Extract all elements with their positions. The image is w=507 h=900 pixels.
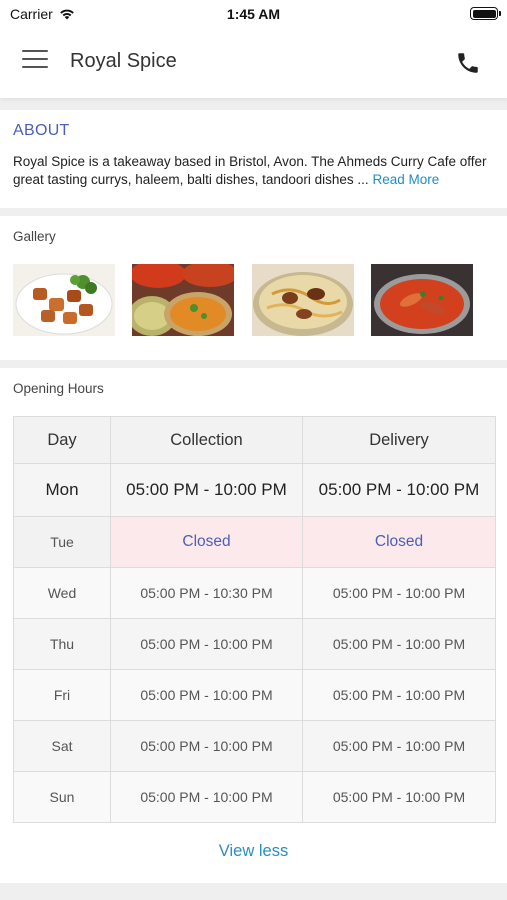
day-cell: Thu — [13, 618, 111, 670]
table-header-row: Day Collection Delivery — [13, 416, 496, 464]
column-header-collection: Collection — [110, 416, 303, 464]
phone-icon[interactable] — [455, 50, 481, 76]
battery-icon — [470, 7, 501, 20]
collection-hours-cell: 05:00 PM - 10:00 PM — [110, 720, 303, 772]
day-cell: Fri — [13, 669, 111, 721]
opening-hours-section: Opening Hours Day Collection Delivery Mo… — [0, 368, 507, 883]
status-bar: Carrier 1:45 AM — [0, 0, 507, 28]
page-title: Royal Spice — [70, 50, 177, 72]
gallery-image-chicken-curry[interactable] — [371, 264, 473, 336]
delivery-hours-cell: 05:00 PM - 10:00 PM — [302, 771, 496, 823]
table-row: Wed 05:00 PM - 10:30 PM 05:00 PM - 10:00… — [13, 567, 496, 619]
collection-hours-cell: 05:00 PM - 10:30 PM — [110, 567, 303, 619]
delivery-hours-cell: Closed — [302, 516, 496, 568]
about-section: ABOUT Royal Spice is a takeaway based in… — [0, 110, 507, 208]
hamburger-menu-icon[interactable] — [22, 50, 48, 72]
table-row: Tue Closed Closed — [13, 516, 496, 568]
day-cell: Tue — [13, 516, 111, 568]
collection-hours-cell: 05:00 PM - 10:00 PM — [110, 669, 303, 721]
day-cell: Sat — [13, 720, 111, 772]
table-row: Mon 05:00 PM - 10:00 PM 05:00 PM - 10:00… — [13, 463, 496, 517]
collection-hours-cell: 05:00 PM - 10:00 PM — [110, 771, 303, 823]
delivery-hours-cell: 05:00 PM - 10:00 PM — [302, 669, 496, 721]
about-text: Royal Spice is a takeaway based in Brist… — [13, 153, 501, 189]
column-header-delivery: Delivery — [302, 416, 496, 464]
delivery-hours-cell: 05:00 PM - 10:00 PM — [302, 567, 496, 619]
app-header: Royal Spice — [0, 28, 507, 98]
status-time: 1:45 AM — [226, 6, 281, 22]
day-cell: Sun — [13, 771, 111, 823]
gallery-image-chicken-tikka[interactable] — [13, 264, 115, 336]
view-less-link[interactable]: View less — [0, 842, 507, 861]
gallery-image-biryani[interactable] — [252, 264, 354, 336]
collection-hours-cell: 05:00 PM - 10:00 PM — [110, 463, 303, 517]
collection-hours-cell: 05:00 PM - 10:00 PM — [110, 618, 303, 670]
gallery-title: Gallery — [13, 229, 56, 244]
day-cell: Wed — [13, 567, 111, 619]
collection-hours-cell: Closed — [110, 516, 303, 568]
gallery-image-curry-rice[interactable] — [132, 264, 234, 336]
table-row: Sat 05:00 PM - 10:00 PM 05:00 PM - 10:00… — [13, 720, 496, 772]
opening-hours-title: Opening Hours — [13, 381, 104, 396]
delivery-hours-cell: 05:00 PM - 10:00 PM — [302, 463, 496, 517]
delivery-hours-cell: 05:00 PM - 10:00 PM — [302, 720, 496, 772]
delivery-hours-cell: 05:00 PM - 10:00 PM — [302, 618, 496, 670]
table-row: Sun 05:00 PM - 10:00 PM 05:00 PM - 10:00… — [13, 771, 496, 823]
read-more-link[interactable]: Read More — [372, 172, 439, 187]
column-header-day: Day — [13, 416, 111, 464]
table-row: Thu 05:00 PM - 10:00 PM 05:00 PM - 10:00… — [13, 618, 496, 670]
gallery-section: Gallery — [0, 216, 507, 360]
day-cell: Mon — [13, 463, 111, 517]
about-title: ABOUT — [13, 122, 70, 139]
opening-hours-table: Day Collection Delivery Mon 05:00 PM - 1… — [13, 416, 496, 823]
table-row: Fri 05:00 PM - 10:00 PM 05:00 PM - 10:00… — [13, 669, 496, 721]
